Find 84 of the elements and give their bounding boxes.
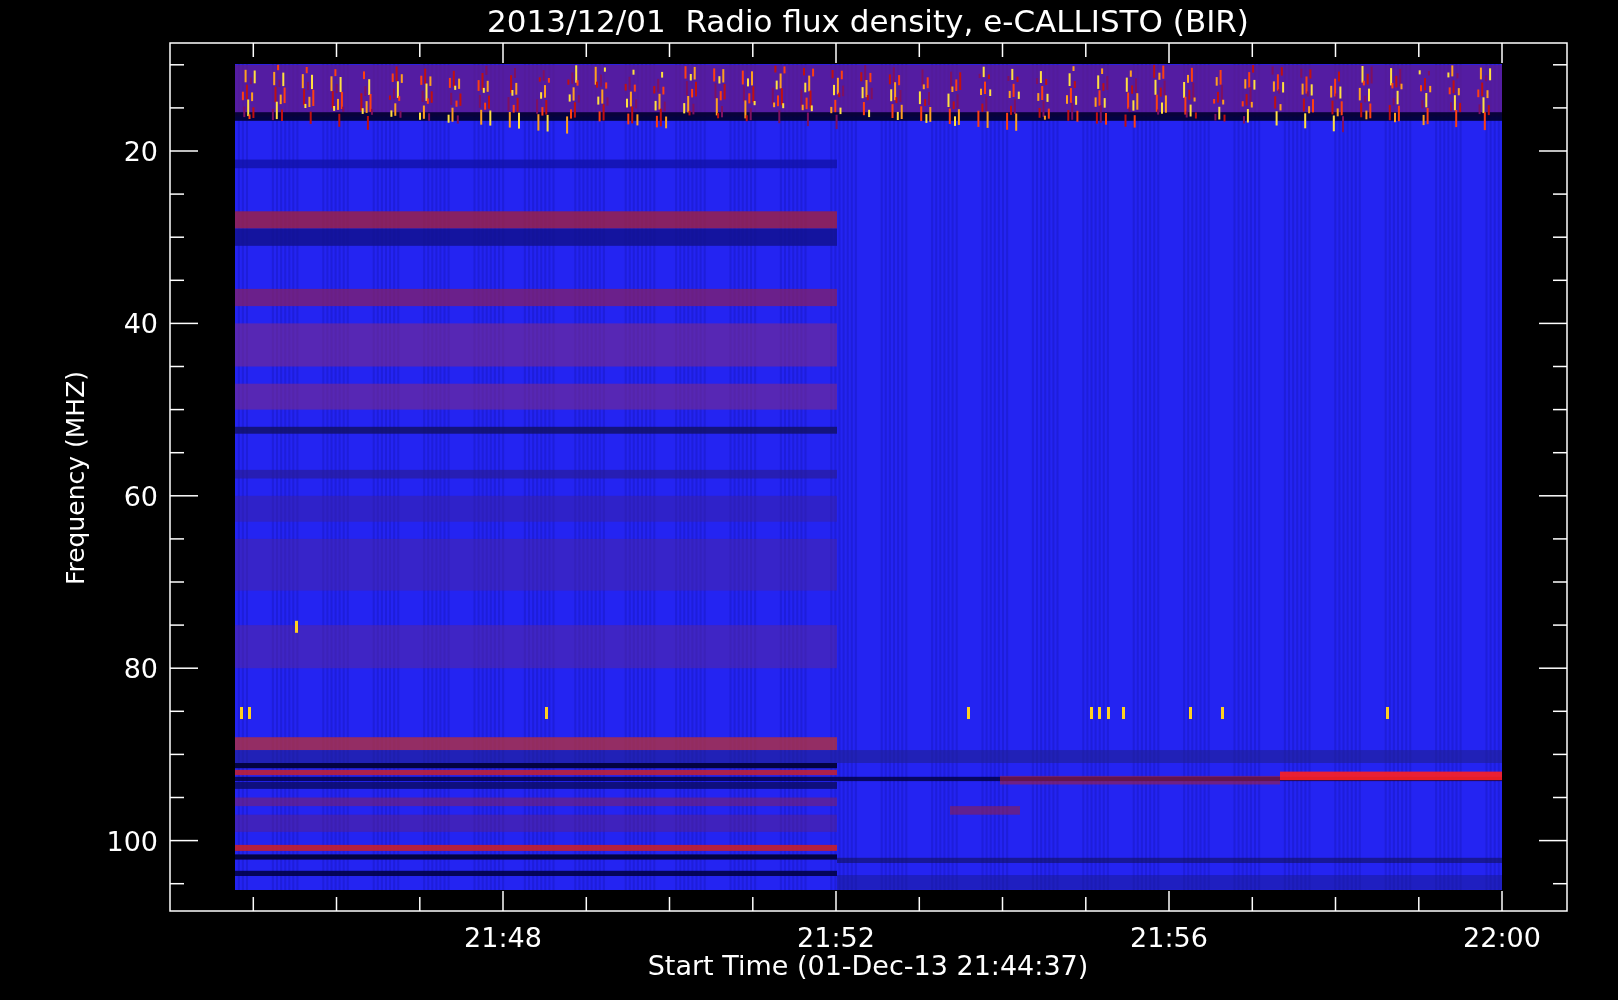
- axis-label: Start Time (01-Dec-13 21:44:37): [647, 950, 1089, 981]
- tick-mark: [1538, 495, 1568, 497]
- tick-mark: [1501, 890, 1503, 912]
- tick-mark: [169, 882, 185, 885]
- tick-mark: [1538, 839, 1568, 842]
- tick-mark: [1552, 365, 1568, 368]
- tick-mark: [1538, 150, 1568, 152]
- tick-mark: [1538, 322, 1568, 325]
- tick-mark: [169, 667, 199, 669]
- tick-mark: [169, 538, 185, 540]
- tick-mark: [1085, 896, 1087, 912]
- tick-mark: [1552, 107, 1568, 109]
- tick-mark: [835, 890, 837, 912]
- tick-label: 80: [123, 653, 158, 685]
- tick-mark: [169, 710, 185, 713]
- axis-label: Frequency (MHZ): [61, 370, 90, 586]
- tick-mark: [252, 42, 255, 58]
- tick-mark: [1552, 581, 1568, 583]
- tick-mark: [252, 896, 255, 912]
- tick-mark: [1251, 42, 1254, 58]
- tick-mark: [585, 42, 588, 58]
- tick-mark: [1552, 710, 1568, 713]
- tick-label: 21:52: [797, 922, 875, 953]
- tick-mark: [1552, 882, 1568, 885]
- tick-label: 100: [106, 825, 158, 857]
- tick-mark: [419, 896, 421, 912]
- tick-label: 60: [123, 480, 158, 512]
- tick-mark: [335, 896, 338, 912]
- tick-mark: [1001, 42, 1004, 58]
- tick-mark: [169, 64, 185, 66]
- tick-mark: [335, 42, 338, 58]
- tick-mark: [1552, 796, 1568, 799]
- tick-mark: [1552, 451, 1568, 454]
- tick-mark: [1168, 890, 1170, 912]
- tick-mark: [752, 42, 754, 58]
- tick-mark: [1085, 42, 1087, 58]
- tick-label: 40: [123, 308, 158, 340]
- tick-mark: [169, 150, 199, 152]
- plot-title: 2013/12/01 Radio flux density, e-CALLISTO (BIR): [487, 3, 1249, 39]
- tick-mark: [1168, 42, 1170, 64]
- tick-mark: [169, 495, 199, 497]
- tick-mark: [752, 896, 754, 912]
- tick-mark: [918, 896, 921, 912]
- tick-mark: [169, 322, 199, 325]
- tick-label: 20: [123, 136, 158, 167]
- tick-mark: [918, 42, 921, 58]
- tick-mark: [169, 581, 185, 583]
- tick-label: 21:56: [1130, 922, 1208, 953]
- tick-mark: [1001, 896, 1004, 912]
- tick-mark: [1552, 538, 1568, 540]
- tick-mark: [169, 796, 185, 799]
- tick-mark: [1501, 42, 1503, 64]
- tick-mark: [1418, 42, 1420, 58]
- tick-mark: [1552, 624, 1568, 626]
- tick-mark: [169, 753, 185, 756]
- tick-mark: [1538, 667, 1568, 669]
- tick-mark: [1418, 896, 1420, 912]
- tick-mark: [169, 236, 185, 238]
- tick-mark: [585, 896, 588, 912]
- tick-mark: [1552, 64, 1568, 66]
- tick-mark: [169, 408, 185, 411]
- tick-mark: [169, 451, 185, 454]
- tick-mark: [169, 193, 185, 195]
- tick-mark: [169, 107, 185, 109]
- tick-label: 21:48: [464, 922, 542, 953]
- tick-mark: [1334, 42, 1337, 58]
- tick-mark: [169, 365, 185, 368]
- tick-mark: [169, 279, 185, 282]
- tick-mark: [1552, 193, 1568, 195]
- tick-mark: [1552, 753, 1568, 756]
- tick-mark: [169, 839, 199, 842]
- tick-label: 22:00: [1463, 922, 1541, 953]
- tick-mark: [169, 624, 185, 626]
- tick-mark: [1552, 236, 1568, 238]
- tick-mark: [502, 890, 504, 912]
- tick-mark: [668, 896, 671, 912]
- tick-mark: [1334, 896, 1337, 912]
- tick-mark: [502, 42, 504, 64]
- tick-mark: [1552, 408, 1568, 411]
- tick-mark: [419, 42, 421, 58]
- tick-mark: [668, 42, 671, 58]
- tick-mark: [1552, 279, 1568, 282]
- tick-mark: [1251, 896, 1254, 912]
- tick-mark: [835, 42, 837, 64]
